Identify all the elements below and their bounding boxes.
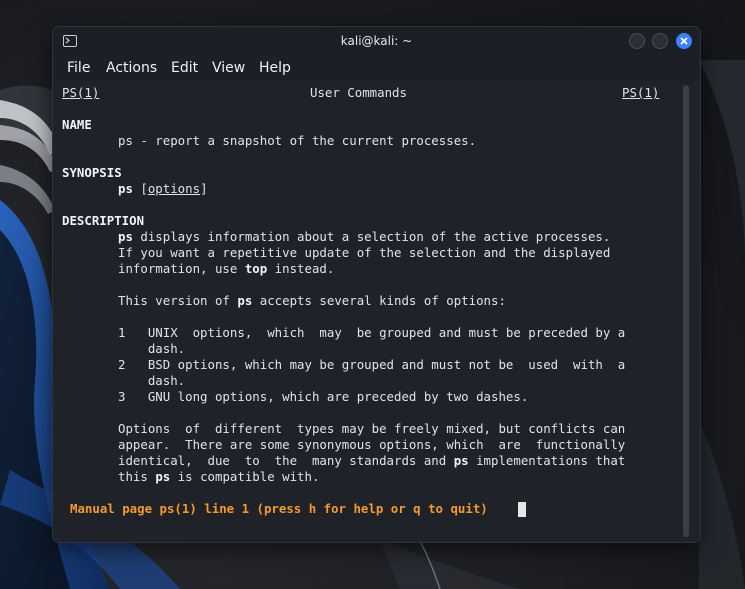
man-header-left: PS(1) xyxy=(62,85,100,100)
window-title: kali@kali: ~ xyxy=(340,34,413,48)
terminal-output[interactable]: PS(1) User Commands PS(1) NAME ps - repo… xyxy=(53,81,700,542)
desc-text: instead. xyxy=(267,261,335,276)
mix-line-4: this ps is compatible with. xyxy=(118,469,319,485)
description-line-2: If you want a repetitive update of the s… xyxy=(118,245,611,260)
menu-view[interactable]: View xyxy=(212,60,245,76)
cmd-top: top xyxy=(244,261,268,276)
menu-edit[interactable]: Edit xyxy=(171,60,198,76)
mix-line-2: appear. There are some synonymous option… xyxy=(118,437,626,452)
minimize-button[interactable] xyxy=(629,33,645,49)
option-1-line-2: dash. xyxy=(118,341,186,356)
option-3-line-1: 3 GNU long options, which are preceded b… xyxy=(118,389,529,404)
synopsis-options: options xyxy=(147,181,201,196)
man-header-right: PS(1) xyxy=(622,85,660,100)
section-description-heading: DESCRIPTION xyxy=(62,213,145,228)
desc-text: this xyxy=(118,469,156,484)
desc-text: displays information about a selection o… xyxy=(132,229,611,244)
desc-text: is compatible with. xyxy=(170,469,320,484)
man-header-center: User Commands xyxy=(310,85,407,100)
option-2-line-2: dash. xyxy=(118,373,186,388)
synopsis-line: ps [options] xyxy=(118,181,208,196)
desc-text: implementations that xyxy=(468,453,626,468)
title-bar[interactable]: kali@kali: ~ xyxy=(53,27,700,57)
close-icon xyxy=(680,37,688,45)
desc-text: accepts several kinds of options: xyxy=(252,293,506,308)
option-1-line-1: 1 UNIX options, which may be grouped and… xyxy=(118,325,626,340)
option-2-line-1: 2 BSD options, which may be grouped and … xyxy=(118,357,626,372)
description-line-3: information, use top instead. xyxy=(118,261,334,277)
text-cursor xyxy=(518,502,526,517)
terminal-window: kali@kali: ~ File Actions Edit View Help… xyxy=(52,26,701,543)
cmd-ps: ps xyxy=(237,293,253,308)
menu-file[interactable]: File xyxy=(67,60,90,76)
section-name-heading: NAME xyxy=(62,117,92,132)
scrollbar[interactable] xyxy=(683,85,689,537)
maximize-button[interactable] xyxy=(652,33,668,49)
synopsis-command: ps xyxy=(118,181,133,196)
name-text: ps - report a snapshot of the current pr… xyxy=(118,133,477,148)
section-synopsis-heading: SYNOPSIS xyxy=(62,165,122,180)
cmd-ps: ps xyxy=(453,453,469,468)
desc-text: identical, due to the many standards and xyxy=(118,453,454,468)
menu-help[interactable]: Help xyxy=(259,60,291,76)
description-line-1: ps displays information about a selectio… xyxy=(118,229,610,245)
cmd-ps: ps xyxy=(118,229,133,244)
cmd-ps: ps xyxy=(155,469,171,484)
menu-bar: File Actions Edit View Help xyxy=(53,57,700,81)
mix-line-1: Options of different types may be freely… xyxy=(118,421,626,436)
menu-actions[interactable]: Actions xyxy=(106,60,157,76)
version-line: This version of ps accepts several kinds… xyxy=(118,293,506,309)
desc-text: information, use xyxy=(118,261,245,276)
pager-status-line: Manual page ps(1) line 1 (press h for he… xyxy=(70,501,488,516)
close-button[interactable] xyxy=(676,33,692,49)
desc-text: This version of xyxy=(118,293,238,308)
mix-line-3: identical, due to the many standards and… xyxy=(118,453,625,469)
